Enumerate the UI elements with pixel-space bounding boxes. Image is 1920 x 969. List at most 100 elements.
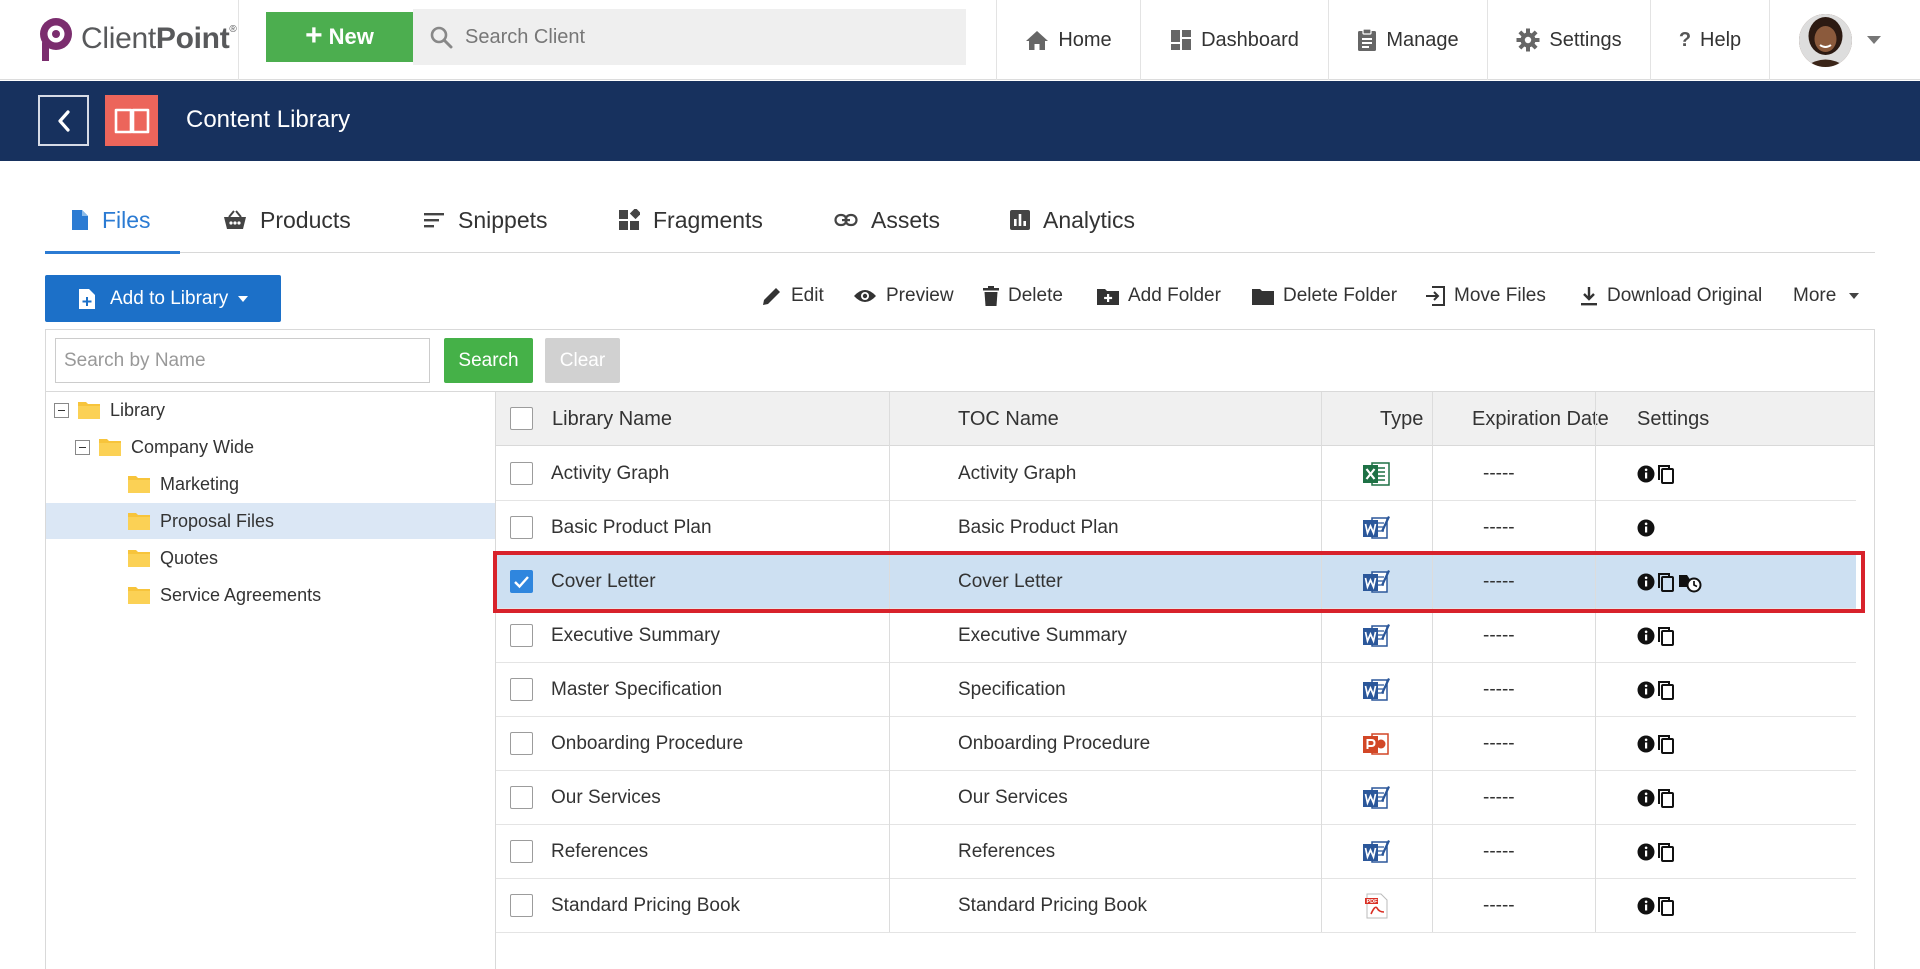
add-folder-button[interactable]: Add Folder: [1097, 280, 1221, 312]
content-library-icon-button[interactable]: [105, 95, 158, 146]
table-row[interactable]: References References -----: [496, 825, 1856, 879]
folder-icon: [128, 587, 150, 604]
page-title: Content Library: [186, 106, 351, 133]
table-row[interactable]: Activity Graph Activity Graph -----: [496, 447, 1856, 501]
library-name-cell: Executive Summary: [551, 625, 720, 646]
delete-folder-button[interactable]: Delete Folder: [1252, 280, 1397, 312]
tree-node-library[interactable]: Library: [54, 392, 494, 428]
select-all-checkbox[interactable]: [510, 407, 533, 430]
tree-node-marketing[interactable]: Marketing: [127, 466, 494, 502]
download-original-button[interactable]: Download Original: [1580, 280, 1762, 312]
tab-assets-label: Assets: [871, 206, 941, 233]
table-row[interactable]: Cover Letter Cover Letter -----: [496, 555, 1856, 609]
collapse-icon[interactable]: [75, 439, 90, 455]
chevron-down-icon[interactable]: [1867, 36, 1881, 44]
column-divider: [1321, 392, 1322, 932]
row-checkbox[interactable]: [510, 624, 533, 647]
tab-fragments[interactable]: Fragments: [618, 187, 763, 253]
expiration-date-cell: -----: [1483, 895, 1515, 916]
tab-products[interactable]: Products: [223, 187, 351, 253]
nav-settings[interactable]: Settings: [1488, 0, 1650, 80]
info-icon[interactable]: [1637, 789, 1655, 807]
copy-icon[interactable]: [1657, 788, 1675, 808]
tree-node-proposal-files[interactable]: Proposal Files: [46, 503, 495, 539]
delete-button[interactable]: Delete: [983, 280, 1063, 312]
tree-node-service-agreements[interactable]: Service Agreements: [127, 577, 494, 613]
table-row[interactable]: Our Services Our Services -----: [496, 771, 1856, 825]
tab-analytics[interactable]: Analytics: [1010, 187, 1135, 253]
back-button[interactable]: [38, 95, 89, 146]
library-name-cell: Activity Graph: [551, 463, 670, 484]
settings-cell: [1637, 663, 1675, 717]
info-icon[interactable]: [1637, 573, 1655, 591]
info-icon[interactable]: [1637, 681, 1655, 699]
copy-icon[interactable]: [1657, 896, 1675, 916]
tab-files[interactable]: Files: [45, 187, 180, 254]
table-row[interactable]: Onboarding Procedure Onboarding Procedure…: [496, 717, 1856, 771]
info-icon[interactable]: [1637, 519, 1655, 537]
nav-dashboard[interactable]: Dashboard: [1141, 0, 1328, 80]
tab-snippets-label: Snippets: [458, 206, 548, 233]
column-header-expiration-date[interactable]: Expiration Date: [1472, 392, 1609, 446]
tree-node-company-wide[interactable]: Company Wide: [75, 429, 494, 465]
row-checkbox[interactable]: [510, 462, 533, 485]
toc-name-cell: Specification: [958, 679, 1066, 700]
edit-button[interactable]: Edit: [762, 280, 824, 312]
preview-button[interactable]: Preview: [853, 280, 954, 312]
table-row[interactable]: Standard Pricing Book Standard Pricing Bo…: [496, 879, 1856, 933]
copy-icon[interactable]: [1657, 734, 1675, 754]
column-header-toc-name[interactable]: TOC Name: [958, 392, 1059, 446]
chevron-left-icon: [57, 109, 70, 132]
copy-icon[interactable]: [1657, 572, 1675, 592]
row-checkbox[interactable]: [510, 678, 533, 701]
info-icon[interactable]: [1637, 897, 1655, 915]
info-icon[interactable]: [1637, 735, 1655, 753]
basket-icon: [224, 210, 246, 229]
toc-name-cell: Executive Summary: [958, 625, 1127, 646]
table-row[interactable]: Basic Product Plan Basic Product Plan ----…: [496, 501, 1856, 555]
tree-node-quotes[interactable]: Quotes: [127, 540, 494, 576]
table-row[interactable]: Executive Summary Executive Summary -----: [496, 609, 1856, 663]
clientpoint-logo[interactable]: ClientPoint®: [36, 16, 237, 62]
add-to-library-button[interactable]: Add to Library: [45, 275, 281, 322]
user-avatar[interactable]: [1799, 14, 1852, 67]
toc-name-cell: Activity Graph: [958, 463, 1077, 484]
user-photo: [1799, 14, 1852, 67]
nav-home[interactable]: Home: [997, 0, 1140, 80]
copy-icon[interactable]: [1657, 626, 1675, 646]
row-checkbox[interactable]: [510, 570, 533, 593]
row-checkbox[interactable]: [510, 516, 533, 539]
search-button[interactable]: Search: [444, 338, 533, 383]
column-header-library-name[interactable]: Library Name: [552, 392, 672, 446]
collapse-icon[interactable]: [54, 402, 69, 418]
info-icon[interactable]: [1637, 627, 1655, 645]
column-header-type[interactable]: Type: [1380, 392, 1423, 446]
book-icon: [114, 108, 149, 133]
more-button[interactable]: More: [1793, 280, 1860, 312]
nav-manage[interactable]: Manage: [1329, 0, 1487, 80]
copy-icon[interactable]: [1657, 680, 1675, 700]
client-search-input[interactable]: [465, 25, 945, 49]
move-files-button[interactable]: Move Files: [1425, 280, 1546, 312]
word-file-icon: [1362, 609, 1390, 663]
search-by-name-input[interactable]: [55, 338, 430, 383]
row-checkbox[interactable]: [510, 894, 533, 917]
checkmark-icon: [514, 576, 529, 589]
tab-snippets[interactable]: Snippets: [423, 187, 548, 253]
nav-dashboard-label: Dashboard: [1201, 28, 1299, 51]
copy-icon[interactable]: [1657, 464, 1675, 484]
nav-help[interactable]: ? Help: [1651, 0, 1769, 80]
row-checkbox[interactable]: [510, 786, 533, 809]
column-header-settings[interactable]: Settings: [1637, 392, 1709, 446]
tab-assets[interactable]: Assets: [834, 187, 940, 253]
tab-files-label: Files: [102, 206, 151, 233]
info-icon[interactable]: [1637, 843, 1655, 861]
new-button[interactable]: + New: [266, 12, 413, 62]
scheduled-expiration-icon[interactable]: [1677, 571, 1703, 593]
copy-icon[interactable]: [1657, 842, 1675, 862]
table-row[interactable]: Master Specification Specification -----: [496, 663, 1856, 717]
clear-button[interactable]: Clear: [545, 338, 620, 383]
row-checkbox[interactable]: [510, 732, 533, 755]
info-icon[interactable]: [1637, 465, 1655, 483]
row-checkbox[interactable]: [510, 840, 533, 863]
